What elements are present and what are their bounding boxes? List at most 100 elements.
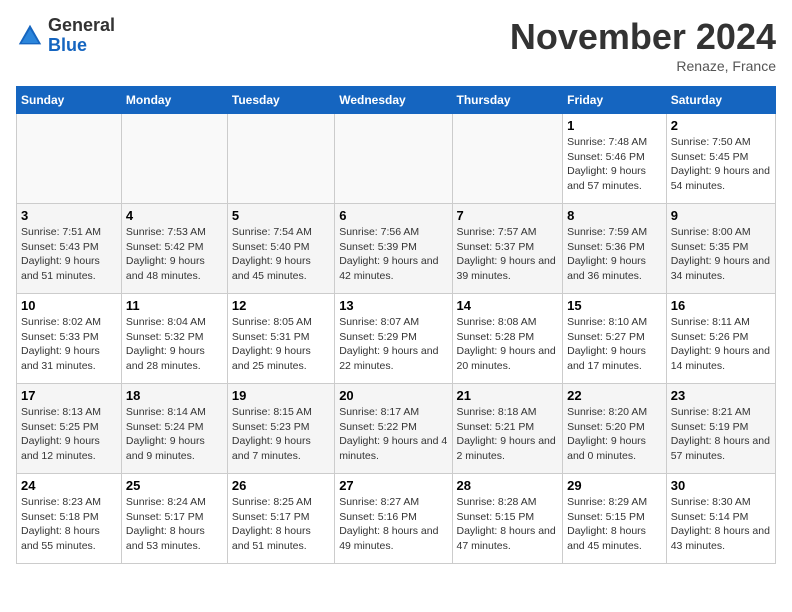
day-info: Sunrise: 8:28 AM Sunset: 5:15 PM Dayligh…	[457, 495, 559, 554]
day-cell-2-3: 13 Sunrise: 8:07 AM Sunset: 5:29 PM Dayl…	[335, 294, 452, 384]
day-cell-2-4: 14 Sunrise: 8:08 AM Sunset: 5:28 PM Dayl…	[452, 294, 563, 384]
day-number: 20	[339, 388, 447, 403]
day-cell-0-4	[452, 114, 563, 204]
day-info: Sunrise: 8:18 AM Sunset: 5:21 PM Dayligh…	[457, 405, 559, 464]
day-number: 3	[21, 208, 117, 223]
logo: General Blue	[16, 16, 115, 56]
day-cell-4-5: 29 Sunrise: 8:29 AM Sunset: 5:15 PM Dayl…	[563, 474, 667, 564]
logo-general-text: General	[48, 15, 115, 35]
day-cell-3-4: 21 Sunrise: 8:18 AM Sunset: 5:21 PM Dayl…	[452, 384, 563, 474]
day-cell-1-5: 8 Sunrise: 7:59 AM Sunset: 5:36 PM Dayli…	[563, 204, 667, 294]
day-cell-2-6: 16 Sunrise: 8:11 AM Sunset: 5:26 PM Dayl…	[666, 294, 775, 384]
day-cell-1-6: 9 Sunrise: 8:00 AM Sunset: 5:35 PM Dayli…	[666, 204, 775, 294]
day-info: Sunrise: 8:11 AM Sunset: 5:26 PM Dayligh…	[671, 315, 771, 374]
day-number: 24	[21, 478, 117, 493]
day-info: Sunrise: 8:17 AM Sunset: 5:22 PM Dayligh…	[339, 405, 447, 464]
day-info: Sunrise: 8:14 AM Sunset: 5:24 PM Dayligh…	[126, 405, 223, 464]
day-info: Sunrise: 8:25 AM Sunset: 5:17 PM Dayligh…	[232, 495, 330, 554]
day-info: Sunrise: 7:56 AM Sunset: 5:39 PM Dayligh…	[339, 225, 447, 284]
day-number: 13	[339, 298, 447, 313]
day-info: Sunrise: 7:51 AM Sunset: 5:43 PM Dayligh…	[21, 225, 117, 284]
day-cell-0-0	[17, 114, 122, 204]
location-text: Renaze, France	[510, 58, 776, 74]
day-cell-4-1: 25 Sunrise: 8:24 AM Sunset: 5:17 PM Dayl…	[121, 474, 227, 564]
day-info: Sunrise: 8:02 AM Sunset: 5:33 PM Dayligh…	[21, 315, 117, 374]
day-info: Sunrise: 8:10 AM Sunset: 5:27 PM Dayligh…	[567, 315, 662, 374]
day-info: Sunrise: 7:48 AM Sunset: 5:46 PM Dayligh…	[567, 135, 662, 194]
calendar-table: Sunday Monday Tuesday Wednesday Thursday…	[16, 86, 776, 564]
col-thursday: Thursday	[452, 87, 563, 114]
day-info: Sunrise: 8:21 AM Sunset: 5:19 PM Dayligh…	[671, 405, 771, 464]
day-number: 5	[232, 208, 330, 223]
day-info: Sunrise: 8:30 AM Sunset: 5:14 PM Dayligh…	[671, 495, 771, 554]
day-cell-0-1	[121, 114, 227, 204]
col-sunday: Sunday	[17, 87, 122, 114]
day-cell-4-2: 26 Sunrise: 8:25 AM Sunset: 5:17 PM Dayl…	[227, 474, 334, 564]
day-cell-4-0: 24 Sunrise: 8:23 AM Sunset: 5:18 PM Dayl…	[17, 474, 122, 564]
day-cell-0-6: 2 Sunrise: 7:50 AM Sunset: 5:45 PM Dayli…	[666, 114, 775, 204]
day-cell-4-6: 30 Sunrise: 8:30 AM Sunset: 5:14 PM Dayl…	[666, 474, 775, 564]
day-cell-3-1: 18 Sunrise: 8:14 AM Sunset: 5:24 PM Dayl…	[121, 384, 227, 474]
day-info: Sunrise: 7:57 AM Sunset: 5:37 PM Dayligh…	[457, 225, 559, 284]
day-cell-3-6: 23 Sunrise: 8:21 AM Sunset: 5:19 PM Dayl…	[666, 384, 775, 474]
day-number: 28	[457, 478, 559, 493]
col-tuesday: Tuesday	[227, 87, 334, 114]
col-monday: Monday	[121, 87, 227, 114]
calendar-header-row: Sunday Monday Tuesday Wednesday Thursday…	[17, 87, 776, 114]
day-info: Sunrise: 8:04 AM Sunset: 5:32 PM Dayligh…	[126, 315, 223, 374]
day-cell-3-5: 22 Sunrise: 8:20 AM Sunset: 5:20 PM Dayl…	[563, 384, 667, 474]
week-row-1: 1 Sunrise: 7:48 AM Sunset: 5:46 PM Dayli…	[17, 114, 776, 204]
day-cell-0-5: 1 Sunrise: 7:48 AM Sunset: 5:46 PM Dayli…	[563, 114, 667, 204]
day-info: Sunrise: 8:27 AM Sunset: 5:16 PM Dayligh…	[339, 495, 447, 554]
day-cell-1-1: 4 Sunrise: 7:53 AM Sunset: 5:42 PM Dayli…	[121, 204, 227, 294]
day-cell-2-2: 12 Sunrise: 8:05 AM Sunset: 5:31 PM Dayl…	[227, 294, 334, 384]
day-number: 16	[671, 298, 771, 313]
day-number: 26	[232, 478, 330, 493]
week-row-5: 24 Sunrise: 8:23 AM Sunset: 5:18 PM Dayl…	[17, 474, 776, 564]
week-row-2: 3 Sunrise: 7:51 AM Sunset: 5:43 PM Dayli…	[17, 204, 776, 294]
day-info: Sunrise: 7:54 AM Sunset: 5:40 PM Dayligh…	[232, 225, 330, 284]
day-cell-2-0: 10 Sunrise: 8:02 AM Sunset: 5:33 PM Dayl…	[17, 294, 122, 384]
day-number: 14	[457, 298, 559, 313]
day-info: Sunrise: 7:53 AM Sunset: 5:42 PM Dayligh…	[126, 225, 223, 284]
day-number: 21	[457, 388, 559, 403]
day-number: 25	[126, 478, 223, 493]
day-number: 8	[567, 208, 662, 223]
day-cell-3-3: 20 Sunrise: 8:17 AM Sunset: 5:22 PM Dayl…	[335, 384, 452, 474]
week-row-4: 17 Sunrise: 8:13 AM Sunset: 5:25 PM Dayl…	[17, 384, 776, 474]
day-cell-1-3: 6 Sunrise: 7:56 AM Sunset: 5:39 PM Dayli…	[335, 204, 452, 294]
day-info: Sunrise: 8:13 AM Sunset: 5:25 PM Dayligh…	[21, 405, 117, 464]
day-cell-1-4: 7 Sunrise: 7:57 AM Sunset: 5:37 PM Dayli…	[452, 204, 563, 294]
day-info: Sunrise: 8:20 AM Sunset: 5:20 PM Dayligh…	[567, 405, 662, 464]
day-number: 11	[126, 298, 223, 313]
day-number: 18	[126, 388, 223, 403]
day-info: Sunrise: 8:05 AM Sunset: 5:31 PM Dayligh…	[232, 315, 330, 374]
day-info: Sunrise: 8:00 AM Sunset: 5:35 PM Dayligh…	[671, 225, 771, 284]
col-saturday: Saturday	[666, 87, 775, 114]
day-cell-0-2	[227, 114, 334, 204]
day-number: 29	[567, 478, 662, 493]
col-friday: Friday	[563, 87, 667, 114]
day-number: 19	[232, 388, 330, 403]
day-cell-2-5: 15 Sunrise: 8:10 AM Sunset: 5:27 PM Dayl…	[563, 294, 667, 384]
day-number: 7	[457, 208, 559, 223]
day-number: 2	[671, 118, 771, 133]
logo-blue-text: Blue	[48, 35, 87, 55]
day-cell-3-2: 19 Sunrise: 8:15 AM Sunset: 5:23 PM Dayl…	[227, 384, 334, 474]
day-cell-0-3	[335, 114, 452, 204]
day-cell-3-0: 17 Sunrise: 8:13 AM Sunset: 5:25 PM Dayl…	[17, 384, 122, 474]
day-info: Sunrise: 8:29 AM Sunset: 5:15 PM Dayligh…	[567, 495, 662, 554]
day-info: Sunrise: 8:15 AM Sunset: 5:23 PM Dayligh…	[232, 405, 330, 464]
day-info: Sunrise: 8:23 AM Sunset: 5:18 PM Dayligh…	[21, 495, 117, 554]
day-number: 30	[671, 478, 771, 493]
day-cell-1-0: 3 Sunrise: 7:51 AM Sunset: 5:43 PM Dayli…	[17, 204, 122, 294]
day-number: 23	[671, 388, 771, 403]
day-info: Sunrise: 7:59 AM Sunset: 5:36 PM Dayligh…	[567, 225, 662, 284]
day-info: Sunrise: 8:07 AM Sunset: 5:29 PM Dayligh…	[339, 315, 447, 374]
day-number: 17	[21, 388, 117, 403]
day-info: Sunrise: 7:50 AM Sunset: 5:45 PM Dayligh…	[671, 135, 771, 194]
day-number: 27	[339, 478, 447, 493]
day-cell-2-1: 11 Sunrise: 8:04 AM Sunset: 5:32 PM Dayl…	[121, 294, 227, 384]
day-number: 4	[126, 208, 223, 223]
day-info: Sunrise: 8:08 AM Sunset: 5:28 PM Dayligh…	[457, 315, 559, 374]
